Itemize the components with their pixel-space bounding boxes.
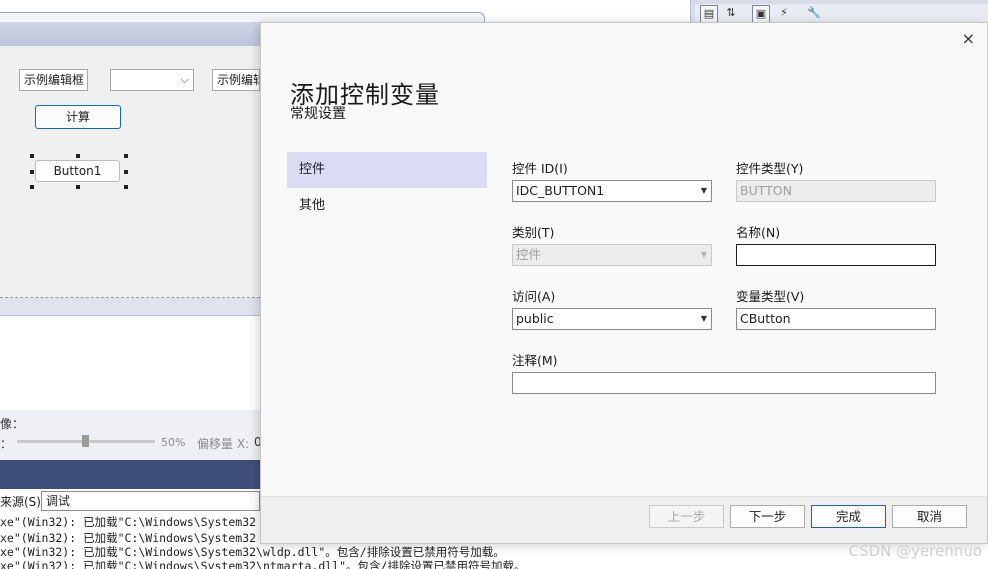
properties-page-icon[interactable]: ▣ (752, 5, 770, 23)
editor-blank-area (0, 315, 260, 410)
control-id-select[interactable]: IDC_BUTTON1 ▼ (512, 180, 712, 202)
calc-button[interactable]: 计算 (35, 105, 121, 129)
props-row-label: ： (0, 437, 13, 451)
resize-handle[interactable] (30, 154, 34, 158)
example-combo[interactable]: ⌵ (110, 69, 194, 91)
button1[interactable]: Button1 (35, 160, 120, 182)
access-select[interactable]: public ▼ (512, 308, 712, 330)
resize-handle[interactable] (124, 154, 128, 158)
resize-handle[interactable] (124, 185, 128, 189)
category-value: 控件 (516, 247, 542, 262)
output-source-select[interactable]: 调试 (41, 491, 260, 511)
comment-label: 注释(M) (512, 353, 558, 368)
dialog-designer-canvas[interactable]: 示例编辑框 ⌵ 示例编辑 计算 Button1 (0, 46, 260, 298)
sort-alpha-icon[interactable]: ⇅ (722, 5, 740, 23)
output-source-label: 来源(S): (0, 495, 46, 509)
prev-button[interactable]: 上一步 (649, 505, 724, 528)
add-control-variable-dialog: × 添加控制变量 常规设置 控件 其他 控件 ID(I) IDC_BUTTON1… (260, 22, 988, 544)
category-select: 控件 ▼ (512, 244, 712, 266)
name-label: 名称(N) (736, 225, 781, 240)
control-type-field: BUTTON (736, 180, 936, 202)
output-line: xe"(Win32): 已加载"C:\Windows\System32\ntma… (0, 559, 526, 569)
resize-handle[interactable] (76, 185, 80, 189)
name-input[interactable] (736, 244, 936, 266)
var-type-input[interactable]: CButton (736, 308, 936, 330)
var-type-label: 变量类型(V) (736, 289, 805, 304)
control-id-label: 控件 ID(I) (512, 161, 568, 176)
access-label: 访问(A) (512, 289, 556, 304)
dialog-subtitle: 常规设置 (290, 106, 346, 122)
dropdown-arrow-icon: ▼ (700, 250, 707, 259)
dialog-footer: 上一步 下一步 完成 取消 (261, 496, 987, 543)
zoom-slider-thumb[interactable] (82, 435, 89, 447)
document-tab-edge (0, 12, 485, 22)
events-icon[interactable]: ⚡ (775, 5, 793, 23)
control-type-label: 控件类型(Y) (736, 161, 804, 176)
close-icon[interactable]: × (962, 29, 975, 48)
categorized-icon[interactable]: ▤ (700, 5, 718, 23)
resize-handle[interactable] (30, 170, 34, 174)
wrench-icon[interactable]: 🔧 (805, 5, 823, 23)
output-line: xe"(Win32): 已加载"C:\Windows\System32 (0, 515, 257, 529)
dropdown-arrow-icon: ▼ (700, 186, 707, 195)
chevron-down-icon: ⌵ (180, 73, 189, 86)
finish-button[interactable]: 完成 (811, 505, 886, 528)
example-edit-1[interactable]: 示例编辑框 (19, 69, 88, 91)
category-label: 类别(T) (512, 225, 555, 240)
resize-handle[interactable] (124, 170, 128, 174)
offset-label: 偏移量 X: (197, 437, 250, 451)
example-edit-2[interactable]: 示例编辑 (212, 69, 260, 91)
props-row-label: 像： (0, 417, 25, 431)
nav-item-control[interactable]: 控件 (287, 152, 487, 188)
resize-handle[interactable] (76, 154, 80, 158)
resize-handle[interactable] (30, 185, 34, 189)
output-panel-header (0, 460, 260, 489)
cancel-button[interactable]: 取消 (892, 505, 967, 528)
access-value: public (516, 311, 554, 326)
watermark: CSDN @yerennuo (848, 542, 982, 560)
control-id-value: IDC_BUTTON1 (516, 183, 605, 198)
comment-input[interactable] (512, 372, 936, 394)
zoom-value: 50% (161, 436, 186, 449)
next-button[interactable]: 下一步 (730, 505, 805, 528)
nav-item-other[interactable]: 其他 (287, 188, 487, 224)
editor-header (0, 22, 260, 46)
dropdown-arrow-icon: ▼ (700, 314, 707, 323)
